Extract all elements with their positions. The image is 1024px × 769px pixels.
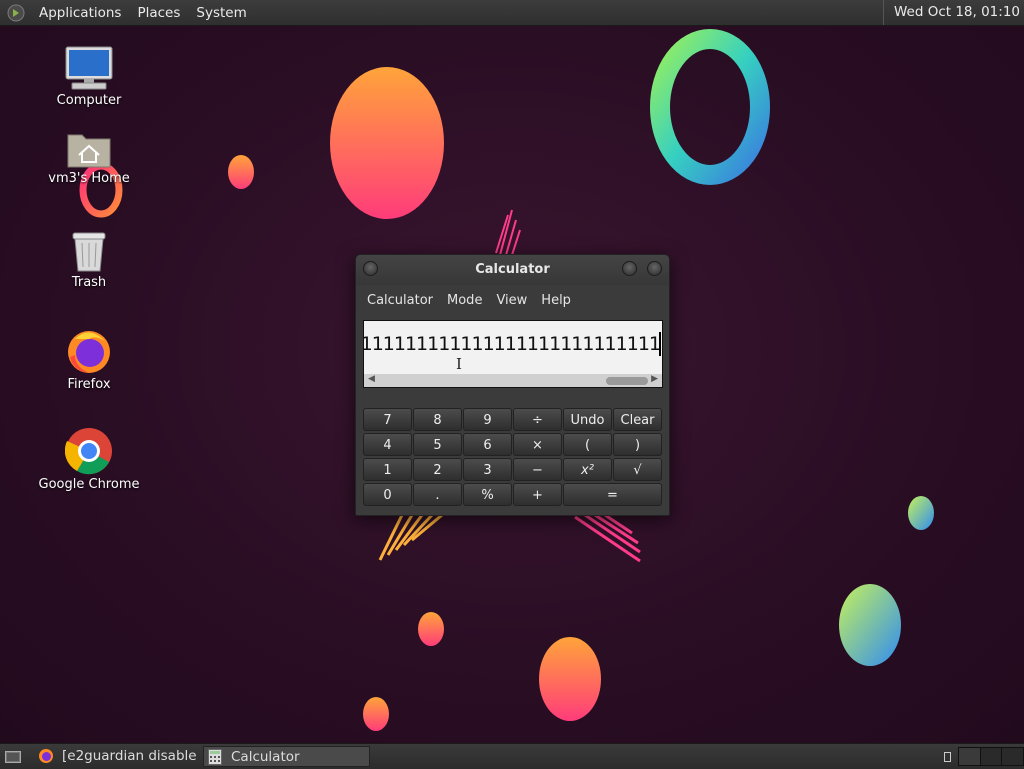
key-open-paren[interactable]: ( [563,433,612,456]
key-8[interactable]: 8 [413,408,462,431]
key-square[interactable]: x² [563,458,612,481]
desktop-icon-label: Computer [56,93,122,108]
key-5[interactable]: 5 [413,433,462,456]
workspace-2[interactable] [980,747,1003,766]
desktop-icon-trash[interactable]: Trash [34,229,144,290]
key-divide[interactable]: ÷ [513,408,562,431]
ibeam-cursor-icon: I [456,355,462,373]
key-equals[interactable]: = [563,483,662,506]
desktop-icon-label: vm3's Home [48,171,130,186]
key-4[interactable]: 4 [363,433,412,456]
desktop-icon-home[interactable]: vm3's Home [34,129,144,186]
key-add[interactable]: + [513,483,562,506]
menu-view[interactable]: View [489,293,534,308]
trash-icon [72,232,106,272]
display-value: 111111111111111111111111111111111 [364,333,661,355]
top-panel: Applications Places System Wed Oct 18, 0… [0,0,1024,26]
calculator-window: Calculator Calculator Mode View Help 111… [355,254,670,516]
clear-button[interactable]: Clear [613,408,662,431]
menubar: Calculator Mode View Help [356,285,669,315]
bottom-panel: [e2guardian disable ... Calculator [0,743,1024,769]
menu-mode[interactable]: Mode [440,293,489,308]
computer-icon [65,46,113,90]
home-folder-icon [67,134,111,168]
scroll-left-icon[interactable]: ◀ [368,374,375,384]
show-desktop-icon[interactable] [5,749,21,764]
taskbar-item-firefox[interactable]: [e2guardian disable ... [36,746,202,767]
key-percent[interactable]: % [463,483,512,506]
clock[interactable]: Wed Oct 18, 01:10 [882,0,1024,25]
key-9[interactable]: 9 [463,408,512,431]
firefox-icon [39,749,53,763]
desktop-icon-firefox[interactable]: Firefox [34,327,144,392]
menu-places[interactable]: Places [129,5,188,21]
horizontal-scrollbar[interactable]: ◀ ▶ [364,374,662,387]
key-7[interactable]: 7 [363,408,412,431]
panel-handle-icon[interactable] [944,752,951,762]
text-caret [659,332,661,356]
close-button[interactable] [647,261,662,276]
desktop-icon-label: Firefox [67,377,111,392]
key-0[interactable]: 0 [363,483,412,506]
key-3[interactable]: 3 [463,458,512,481]
key-1[interactable]: 1 [363,458,412,481]
calculator-icon [208,749,222,765]
key-2[interactable]: 2 [413,458,462,481]
undo-button[interactable]: Undo [563,408,612,431]
menu-system[interactable]: System [188,5,254,21]
key-sqrt[interactable]: √ [613,458,662,481]
taskbar-item-label: [e2guardian disable ... [62,748,202,764]
desktop-icon-computer[interactable]: Computer [34,45,144,108]
calculator-display[interactable]: 111111111111111111111111111111111 I ◀ ▶ [363,320,663,388]
taskbar-item-label: Calculator [231,749,300,765]
desktop-icon-chrome[interactable]: Google Chrome [34,427,144,492]
desktop-icon-label: Google Chrome [38,477,140,492]
key-subtract[interactable]: − [513,458,562,481]
menu-help[interactable]: Help [534,293,578,308]
firefox-icon [68,331,110,373]
workspace-1[interactable] [958,747,981,766]
desktop-icon-label: Trash [71,275,107,290]
key-multiply[interactable]: × [513,433,562,456]
chrome-icon [65,428,112,475]
workspace-3[interactable] [1001,747,1024,766]
menu-applications[interactable]: Applications [31,5,129,21]
taskbar-item-calculator[interactable]: Calculator [203,746,370,767]
key-6[interactable]: 6 [463,433,512,456]
minimize-button[interactable] [622,261,637,276]
menu-calculator[interactable]: Calculator [360,293,440,308]
scrollbar-thumb[interactable] [606,377,648,385]
titlebar[interactable]: Calculator [356,255,669,285]
scroll-right-icon[interactable]: ▶ [651,374,658,384]
mate-logo-icon[interactable] [7,4,25,22]
key-decimal[interactable]: . [413,483,462,506]
key-close-paren[interactable]: ) [613,433,662,456]
